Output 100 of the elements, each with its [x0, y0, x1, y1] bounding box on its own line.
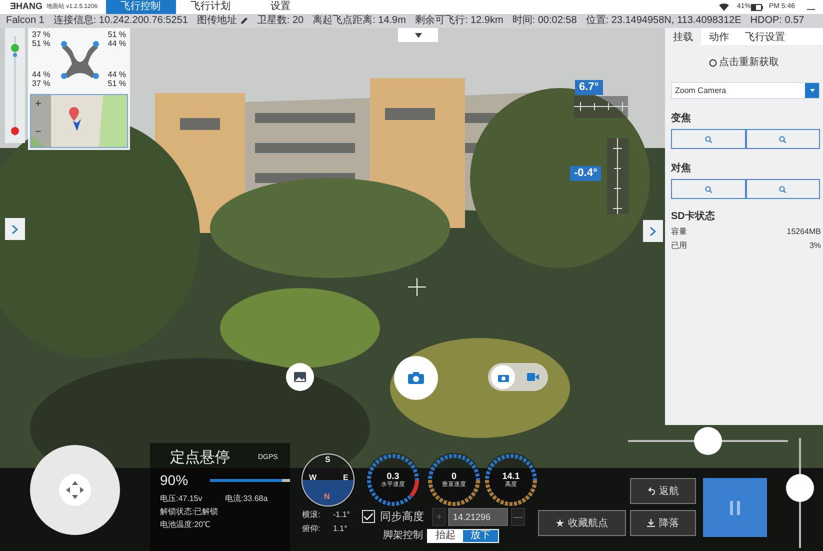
- map[interactable]: + −: [30, 94, 128, 148]
- step-down-button[interactable]: —: [511, 508, 525, 526]
- compass-label: S: [325, 455, 330, 464]
- magnifier-icon: [779, 136, 786, 142]
- slider-thumb[interactable]: [694, 427, 722, 455]
- angle-value: -1.1°: [333, 509, 350, 521]
- chevron-right-icon: [650, 226, 656, 236]
- battery-stat: 电池温度:20℃: [160, 519, 210, 531]
- expand-right-panel-button[interactable]: [643, 220, 663, 242]
- camera-select[interactable]: Zoom Camera: [671, 82, 820, 99]
- compass-label: N: [324, 492, 330, 501]
- angle-label: 横滚:: [302, 509, 320, 521]
- focus-heading: 对焦: [671, 162, 692, 176]
- wifi-icon: [718, 3, 729, 11]
- speed-gauge: [483, 452, 539, 508]
- panel-tab[interactable]: 动作: [701, 28, 737, 45]
- height-input-field[interactable]: 14.21296: [448, 508, 508, 526]
- motor-reading: 44 %: [106, 39, 126, 48]
- nav-tab[interactable]: 飞行控制: [106, 0, 176, 14]
- motor-reading: 51 %: [106, 30, 126, 39]
- status-text: 剩余可飞行: 12.9km: [414, 14, 504, 28]
- chevron-right-icon: [12, 224, 18, 234]
- sync-height-checkbox[interactable]: [362, 510, 375, 523]
- nav-tab[interactable]: 飞行计划: [176, 0, 246, 14]
- panel-tab[interactable]: 挂载: [665, 28, 701, 45]
- refresh-link[interactable]: 点击重新获取: [719, 55, 779, 70]
- magnifier-icon: [779, 186, 786, 192]
- landing-gear-option[interactable]: 放下: [463, 530, 498, 542]
- land-button[interactable]: 降落: [630, 510, 696, 536]
- magnifier-icon: [704, 136, 712, 142]
- gauge-value: 0: [450, 471, 458, 481]
- refresh-icon[interactable]: [709, 58, 717, 66]
- angle-label: 俯仰:: [302, 523, 320, 535]
- status-text: 时间: 00:02:58: [512, 14, 577, 28]
- caret-icon: [810, 89, 814, 92]
- sync-height-label: 同步高度: [380, 510, 424, 525]
- motor-reading: 37 %: [32, 79, 52, 88]
- motor-reading: 37 %: [32, 30, 52, 39]
- focus-zoom-out-button[interactable]: [746, 179, 820, 199]
- video-camera-icon: [527, 373, 539, 381]
- motor-reading: 44 %: [106, 70, 126, 79]
- angle-value: 1.1°: [333, 523, 348, 535]
- motor-reading: 44 %: [32, 70, 52, 79]
- status-text: 位置: 23.1494958N, 113.4098312E: [586, 14, 742, 28]
- location-pin-icon: [69, 107, 83, 131]
- horizontal-scale: [574, 96, 628, 118]
- status-text: Falcon 1: [6, 14, 44, 28]
- landing-gear-option[interactable]: 抬起: [428, 530, 463, 542]
- status-text: 连接信息: 10.242.200.76:5251: [53, 14, 188, 28]
- motor-reading: 51 %: [32, 39, 52, 48]
- collapse-handle[interactable]: [398, 28, 438, 42]
- sd-card-label: 已用: [671, 240, 687, 252]
- battery-stat: 电流:33.68a: [225, 493, 268, 505]
- caret-icon: [414, 32, 422, 38]
- zoom-heading: 变焦: [671, 111, 692, 126]
- pause-icon: [730, 500, 740, 514]
- focus-zoom-in-button[interactable]: [671, 179, 746, 199]
- land-icon: [647, 519, 655, 527]
- save-waypoint-button[interactable]: 收藏航点: [538, 510, 626, 536]
- panel-tab[interactable]: 飞行设置: [737, 28, 793, 45]
- checkmark-icon: [364, 513, 373, 520]
- image-icon: [294, 372, 306, 382]
- gauge-value: 14.1: [501, 471, 521, 481]
- star-icon: [556, 519, 564, 527]
- photo-mode-option[interactable]: [491, 365, 515, 389]
- motor-reading: 51 %: [106, 79, 126, 88]
- flight-mode: 定点悬停: [170, 448, 230, 468]
- nav-tab[interactable]: 设置: [246, 0, 316, 14]
- status-text: HDOP: 0.57: [750, 14, 804, 28]
- sd-card-label: 容量: [671, 226, 687, 238]
- capture-mode-toggle[interactable]: [488, 363, 548, 391]
- camera-icon: [408, 372, 424, 384]
- expand-left-panel-button[interactable]: [5, 218, 25, 240]
- sd-card-value: 3%: [809, 240, 821, 252]
- crosshair-icon: [408, 278, 426, 296]
- joystick[interactable]: [30, 445, 120, 535]
- zoom-zoom-out-button[interactable]: [746, 129, 820, 149]
- gauge-value: 0.3: [386, 471, 400, 481]
- map-zoom-in[interactable]: +: [35, 99, 42, 110]
- sd-card-heading: SD卡状态: [671, 210, 716, 224]
- return-button[interactable]: 返航: [630, 478, 696, 504]
- speed-gauge: [365, 452, 421, 508]
- magnifier-icon: [704, 186, 712, 192]
- landing-gear-label: 脚架控制: [383, 528, 423, 543]
- compass-label: W: [309, 473, 317, 482]
- status-text: 卫星数: 20: [256, 14, 304, 28]
- attitude-indicator: [301, 453, 355, 507]
- battery-percent: 90%: [160, 471, 188, 490]
- zoom-zoom-in-button[interactable]: [671, 129, 746, 149]
- status-text: 离起飞点距离: 14.9m: [312, 14, 406, 28]
- speed-gauge: [426, 452, 482, 508]
- gimbal-horizontal-reading: 6.7°: [575, 80, 603, 95]
- slider-thumb[interactable]: [786, 474, 814, 502]
- status-text: 图传地址: [196, 14, 237, 28]
- compass-label: E: [343, 473, 348, 482]
- battery-icon: [750, 4, 763, 10]
- return-icon: [647, 487, 655, 495]
- pencil-icon[interactable]: [240, 17, 248, 25]
- map-zoom-out[interactable]: −: [35, 127, 42, 138]
- battery-stat: 电压:47.15v: [160, 493, 202, 505]
